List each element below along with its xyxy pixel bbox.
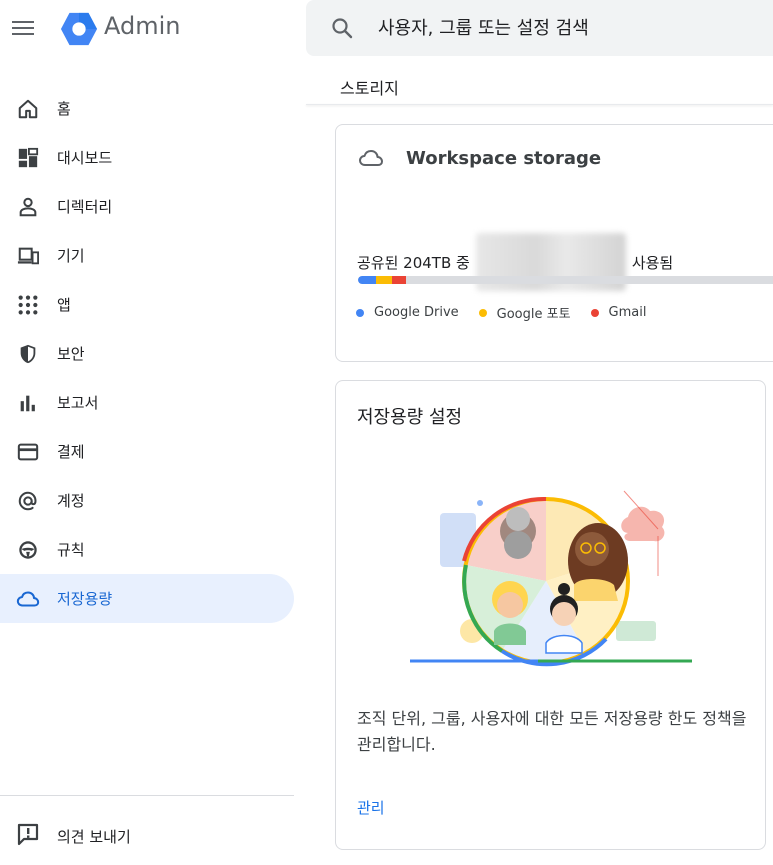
search-bar[interactable] [306, 0, 773, 56]
feedback-button[interactable]: 의견 보내기 [16, 822, 131, 850]
main-menu-button[interactable] [10, 14, 38, 42]
page-title: 스토리지 [340, 79, 399, 98]
person-icon [16, 195, 40, 219]
legend-item-drive: Google Drive [356, 305, 459, 320]
usage-suffix: 사용됨 [631, 253, 674, 272]
sidebar-item-label: 디렉터리 [57, 198, 113, 216]
sidebar-item-devices[interactable]: 기기 [0, 231, 294, 280]
sidebar-item-dashboard[interactable]: 대시보드 [0, 133, 294, 182]
workspace-storage-card: Workspace storage 공유된 204TB 중 사용됨 Google… [335, 124, 773, 362]
settings-card-title: 저장용량 설정 [357, 407, 463, 428]
people-illustration [410, 490, 692, 667]
storage-card-title: Workspace storage [406, 147, 602, 169]
drive-usage-segment [358, 276, 376, 284]
title-divider [306, 104, 773, 105]
credit-card-icon [16, 440, 40, 464]
storage-legend: Google Drive Google 포토 Gmail [356, 303, 666, 322]
legend-item-gmail: Gmail [590, 305, 646, 320]
feedback-label: 의견 보내기 [57, 827, 131, 846]
feedback-icon [16, 822, 40, 850]
sidebar-item-label: 앱 [57, 296, 71, 314]
devices-icon [16, 244, 40, 268]
sidebar-item-rules[interactable]: 규칙 [0, 525, 294, 574]
apps-grid-icon [16, 293, 40, 317]
sidebar-item-label: 결제 [57, 443, 85, 461]
sidebar-item-storage[interactable]: 저장용량 [0, 574, 294, 623]
photos-usage-segment [376, 276, 392, 284]
sidebar-item-billing[interactable]: 결제 [0, 427, 294, 476]
sidebar-item-label: 기기 [57, 247, 85, 265]
search-icon[interactable] [330, 16, 354, 40]
sidebar-divider [0, 795, 294, 796]
cloud-icon [359, 150, 383, 166]
settings-card-description: 조직 단위, 그룹, 사용자에 대한 모든 저장용량 한도 정책을 관리합니다. [357, 709, 747, 754]
sidebar-item-label: 규칙 [57, 541, 85, 559]
sidebar-item-label: 대시보드 [57, 149, 113, 167]
sidebar-item-apps[interactable]: 앱 [0, 280, 294, 329]
sidebar-nav: 홈 대시보드 디렉터리 기기 앱 보안 보고서 결제 계정 규칙 저장용량 [0, 84, 294, 623]
storage-usage-bar [358, 276, 773, 284]
manage-link[interactable]: 관리 [357, 797, 385, 818]
sidebar-item-security[interactable]: 보안 [0, 329, 294, 378]
sidebar-item-directory[interactable]: 디렉터리 [0, 182, 294, 231]
legend-item-photos: Google 포토 [478, 303, 571, 322]
usage-prefix: 공유된 204TB 중 [357, 253, 470, 272]
search-input[interactable] [376, 16, 740, 40]
sidebar-item-label: 보고서 [57, 394, 99, 412]
cloud-icon [16, 587, 40, 611]
sidebar-item-label: 저장용량 [57, 590, 113, 608]
sidebar-item-label: 보안 [57, 345, 85, 363]
sidebar-item-reports[interactable]: 보고서 [0, 378, 294, 427]
at-sign-icon [16, 489, 40, 513]
steering-icon [16, 538, 40, 562]
sidebar-item-home[interactable]: 홈 [0, 84, 294, 133]
sidebar-item-label: 계정 [57, 492, 85, 510]
storage-settings-card: 저장용량 설정 조직 단위, 그룹, 사용자에 대한 모든 저장용량 한도 정책… [335, 380, 766, 850]
admin-logo-icon[interactable] [60, 10, 98, 48]
shield-icon [16, 342, 40, 366]
brand-name[interactable]: Admin [104, 12, 181, 40]
dashboard-icon [16, 146, 40, 170]
sidebar-item-label: 홈 [57, 100, 71, 118]
gmail-usage-segment [392, 276, 406, 284]
bar-chart-icon [16, 391, 40, 415]
sidebar-item-account[interactable]: 계정 [0, 476, 294, 525]
home-icon [16, 97, 40, 121]
